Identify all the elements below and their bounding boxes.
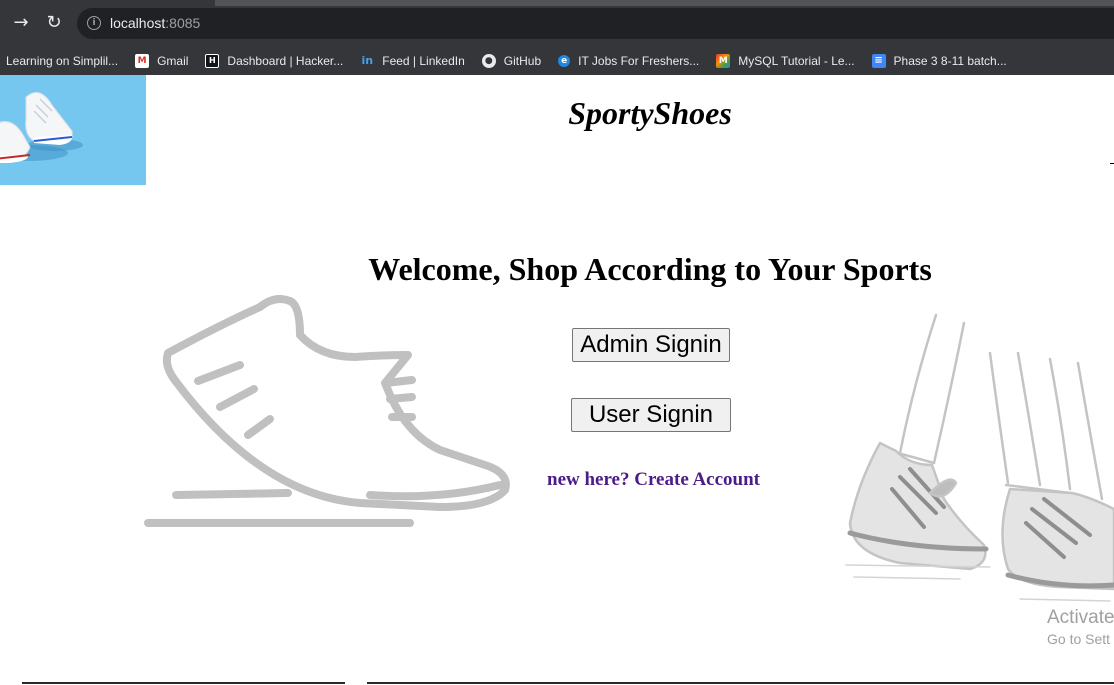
bookmark-phase3[interactable]: ≡ Phase 3 8-11 batch... (871, 53, 1007, 68)
bookmark-label: Phase 3 8-11 batch... (893, 53, 1007, 68)
admin-signin-button[interactable]: Admin Signin (572, 328, 730, 362)
forward-icon[interactable]: → (10, 12, 32, 34)
bookmark-hackerrank[interactable]: H Dashboard | Hacker... (205, 53, 344, 68)
bookmark-simplilearn[interactable]: Learning on Simplil... (6, 54, 118, 68)
address-bar[interactable]: i localhost:8085 (77, 8, 1114, 39)
linkedin-icon: in (361, 53, 374, 67)
bookmark-label: MySQL Tutorial - Le... (738, 53, 855, 68)
reload-icon[interactable]: ↻ (43, 12, 65, 34)
url-host: localhost (110, 15, 166, 31)
github-icon: ● (481, 53, 496, 68)
page-content: SportyShoes Welcome, Shop According to Y… (0, 75, 1114, 685)
running-shoe-illustration (144, 295, 510, 527)
bookmark-label: Gmail (157, 53, 189, 68)
create-account-link[interactable]: new here? Create Account (547, 469, 760, 491)
bookmark-mysql[interactable]: M MySQL Tutorial - Le... (716, 53, 855, 68)
watermark-subtitle: Go to Sett (1047, 631, 1111, 647)
bottom-border (22, 682, 1114, 684)
bookmark-gmail[interactable]: M Gmail (135, 53, 189, 68)
walking-sneakers-illustration (845, 313, 1114, 602)
tab-strip (215, 0, 1114, 6)
bookmark-label: Learning on Simplil... (6, 53, 119, 68)
info-icon[interactable]: i (87, 16, 101, 30)
freshers-icon: e (558, 54, 571, 67)
bookmark-it-jobs[interactable]: e IT Jobs For Freshers... (558, 54, 699, 68)
browser-toolbar: → ↻ i localhost:8085 (0, 0, 1114, 46)
watermark-title: Activate (1047, 607, 1114, 628)
gmail-icon: M (135, 53, 150, 68)
bookmark-label: IT Jobs For Freshers... (578, 53, 700, 68)
bookmarks-bar: Learning on Simplil... M Gmail H Dashboa… (0, 46, 1114, 75)
welcome-heading: Welcome, Shop According to Your Sports (368, 251, 932, 287)
docs-icon: ≡ (871, 53, 886, 68)
site-title: SportyShoes (568, 95, 732, 131)
decorative-mark (1110, 163, 1114, 164)
user-signin-button[interactable]: User Signin (571, 398, 731, 432)
mysql-icon: M (716, 53, 731, 68)
url-text[interactable]: localhost:8085 (110, 15, 200, 31)
bookmark-linkedin[interactable]: in Feed | LinkedIn (360, 53, 465, 68)
bookmark-label: Feed | LinkedIn (382, 53, 465, 68)
bottom-border-gap (345, 682, 367, 684)
bookmark-label: GitHub (503, 53, 542, 68)
hackerrank-icon: H (205, 53, 220, 68)
bookmark-github[interactable]: ● GitHub (481, 53, 542, 68)
activate-windows-watermark: Activate Go to Sett (1047, 607, 1114, 647)
bookmark-label: Dashboard | Hacker... (227, 53, 344, 68)
url-port: :8085 (165, 15, 201, 31)
